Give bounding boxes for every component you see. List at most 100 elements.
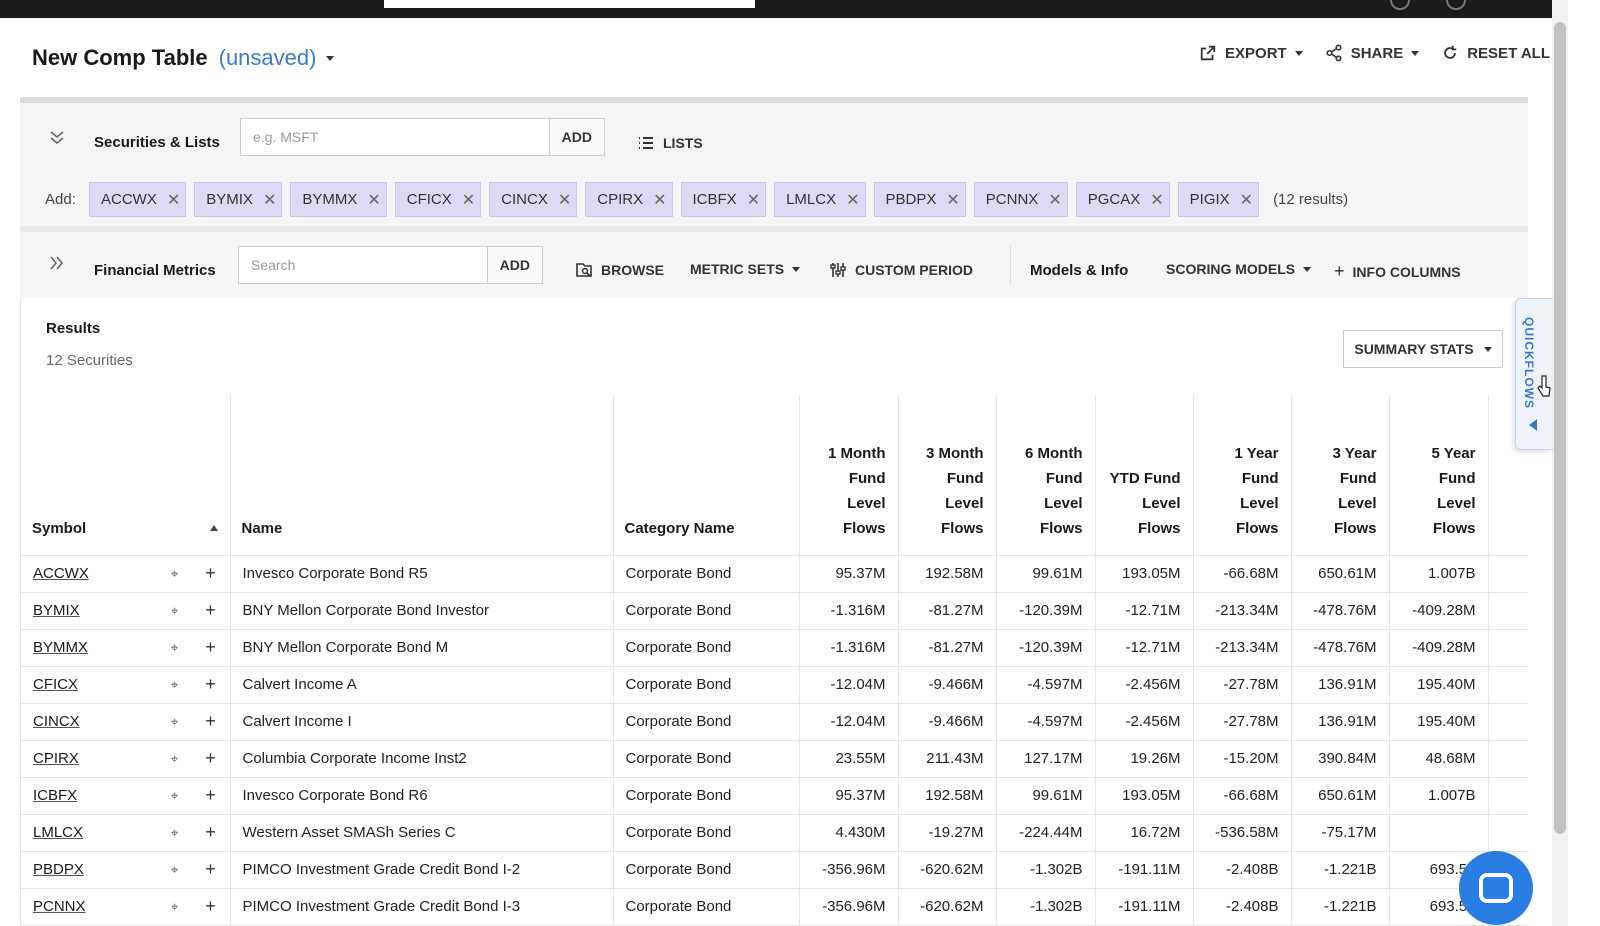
table-row[interactable]: BYMIX ⌖ + BNY Mellon Corporate Bond Investo… <box>21 592 1528 630</box>
summary-stats-button[interactable]: SUMMARY STATS <box>1343 330 1503 368</box>
remove-chip-icon[interactable]: ✕ <box>946 190 959 210</box>
pin-icon[interactable]: ⌖ <box>168 603 182 619</box>
browse-button[interactable]: BROWSE <box>575 261 664 279</box>
pin-icon[interactable]: ⌖ <box>168 566 182 582</box>
expand-chevron-icon[interactable] <box>49 255 65 276</box>
add-icon[interactable]: + <box>204 600 218 621</box>
pin-icon[interactable]: ⌖ <box>168 677 182 693</box>
add-icon[interactable]: + <box>204 674 218 695</box>
symbol-link[interactable]: BYMMX <box>33 639 88 656</box>
column-header-ytd-flows[interactable]: YTD Fund Level Flows <box>1094 395 1193 556</box>
remove-chip-icon[interactable]: ✕ <box>1240 190 1253 210</box>
security-chip[interactable]: CINCX ✕ <box>489 182 578 217</box>
global-search-input[interactable] <box>384 0 755 8</box>
chat-launcher-button[interactable] <box>1459 851 1533 925</box>
remove-chip-icon[interactable]: ✕ <box>263 190 276 210</box>
reset-all-button[interactable]: RESET ALL <box>1441 44 1550 62</box>
metric-cell: 192.58M <box>897 777 996 815</box>
symbol-link[interactable]: ICBFX <box>33 787 77 804</box>
table-row[interactable]: LMLCX ⌖ + Western Asset SMASh Series C Corpo… <box>21 814 1528 852</box>
security-chip[interactable]: ACCWX ✕ <box>89 182 187 217</box>
add-icon[interactable]: + <box>204 896 218 917</box>
add-icon[interactable]: + <box>204 785 218 806</box>
column-header-6m-flows[interactable]: 6 Month Fund Level Flows <box>995 395 1095 556</box>
remove-chip-icon[interactable]: ✕ <box>462 190 475 210</box>
securities-search-input[interactable] <box>241 119 549 155</box>
add-icon[interactable]: + <box>204 637 218 658</box>
metrics-search-input[interactable] <box>239 247 487 283</box>
pin-icon[interactable]: ⌖ <box>168 825 182 841</box>
security-chip[interactable]: CPIRX ✕ <box>585 182 673 217</box>
table-row[interactable]: ACCWX ⌖ + Invesco Corporate Bond R5 Corporat… <box>21 555 1528 593</box>
table-row[interactable]: CINCX ⌖ + Calvert Income I Corporate Bond -12… <box>21 703 1528 741</box>
security-chip[interactable]: PGCAX ✕ <box>1075 182 1170 217</box>
add-icon[interactable]: + <box>204 822 218 843</box>
remove-chip-icon[interactable]: ✕ <box>558 190 571 210</box>
add-icon[interactable]: + <box>204 859 218 880</box>
metrics-add-button[interactable]: ADD <box>486 247 542 283</box>
column-header-category[interactable]: Category Name <box>612 395 799 556</box>
symbol-link[interactable]: CFICX <box>33 676 78 693</box>
column-header-3y-flows[interactable]: 3 Year Fund Level Flows <box>1290 395 1389 556</box>
symbol-link[interactable]: PCNNX <box>33 898 86 915</box>
security-chip[interactable]: ICBFX ✕ <box>680 182 767 217</box>
add-icon[interactable]: + <box>204 563 218 584</box>
export-button[interactable]: EXPORT <box>1199 44 1303 62</box>
column-header-1y-flows[interactable]: 1 Year Fund Level Flows <box>1192 395 1291 556</box>
table-row[interactable]: ICBFX ⌖ + Invesco Corporate Bond R6 Corporat… <box>21 777 1528 815</box>
remove-chip-icon[interactable]: ✕ <box>1150 190 1163 210</box>
symbol-link[interactable]: LMLCX <box>33 824 83 841</box>
symbol-link[interactable]: BYMIX <box>33 602 80 619</box>
page-scrollbar-thumb[interactable] <box>1554 22 1566 834</box>
user-avatar[interactable] <box>1446 0 1466 10</box>
symbol-link[interactable]: CPIRX <box>33 750 79 767</box>
table-row[interactable]: PCNNX ⌖ + PIMCO Investment Grade Credit Bon… <box>21 888 1528 926</box>
security-chip[interactable]: BYMIX ✕ <box>194 182 283 217</box>
pin-icon[interactable]: ⌖ <box>168 862 182 878</box>
table-row[interactable]: CFICX ⌖ + Calvert Income A Corporate Bond -12… <box>21 666 1528 704</box>
pin-icon[interactable]: ⌖ <box>168 714 182 730</box>
remove-chip-icon[interactable]: ✕ <box>167 190 180 210</box>
custom-period-button[interactable]: CUSTOM PERIOD <box>829 261 973 279</box>
column-header-symbol[interactable]: Symbol <box>21 395 230 556</box>
security-chip[interactable]: LMLCX ✕ <box>774 182 866 217</box>
share-button[interactable]: SHARE <box>1325 44 1420 62</box>
add-icon[interactable]: + <box>204 711 218 732</box>
collapse-chevron-icon[interactable] <box>49 129 65 150</box>
remove-chip-icon[interactable]: ✕ <box>846 190 859 210</box>
quickflows-tab[interactable]: QUICKFLOWS <box>1515 298 1553 450</box>
metric-sets-button[interactable]: METRIC SETS <box>690 261 801 277</box>
security-chip[interactable]: CFICX ✕ <box>394 182 482 217</box>
table-row[interactable]: PBDPX ⌖ + PIMCO Investment Grade Credit Bon… <box>21 851 1528 889</box>
unsaved-status[interactable]: (unsaved) <box>219 45 317 71</box>
symbol-link[interactable]: CINCX <box>33 713 80 730</box>
securities-add-button[interactable]: ADD <box>548 119 604 155</box>
pin-icon[interactable]: ⌖ <box>168 640 182 656</box>
column-header-1m-flows[interactable]: 1 Month Fund Level Flows <box>798 395 898 556</box>
symbol-link[interactable]: ACCWX <box>33 565 89 582</box>
column-header-name[interactable]: Name <box>229 395 613 556</box>
lists-button[interactable]: LISTS <box>637 134 703 152</box>
notification-icon[interactable] <box>1390 0 1410 10</box>
column-header-3m-flows[interactable]: 3 Month Fund Level Flows <box>897 395 996 556</box>
add-icon[interactable]: + <box>204 748 218 769</box>
info-columns-button[interactable]: + INFO COLUMNS <box>1334 261 1461 282</box>
sort-ascending-icon[interactable] <box>209 524 218 531</box>
remove-chip-icon[interactable]: ✕ <box>1048 190 1061 210</box>
security-chip[interactable]: PCNNX ✕ <box>973 182 1068 217</box>
table-row[interactable]: CPIRX ⌖ + Columbia Corporate Income Inst2 Co… <box>21 740 1528 778</box>
security-chip[interactable]: BYMMX ✕ <box>290 182 387 217</box>
security-chip[interactable]: PBDPX ✕ <box>873 182 966 217</box>
table-row[interactable]: BYMMX ⌖ + BNY Mellon Corporate Bond M Corpor… <box>21 629 1528 667</box>
pin-icon[interactable]: ⌖ <box>168 899 182 915</box>
pin-icon[interactable]: ⌖ <box>168 751 182 767</box>
title-dropdown-caret-icon[interactable] <box>326 55 335 61</box>
pin-icon[interactable]: ⌖ <box>168 788 182 804</box>
symbol-link[interactable]: PBDPX <box>33 861 84 878</box>
remove-chip-icon[interactable]: ✕ <box>747 190 760 210</box>
scoring-models-button[interactable]: SCORING MODELS <box>1166 261 1312 277</box>
remove-chip-icon[interactable]: ✕ <box>367 190 380 210</box>
remove-chip-icon[interactable]: ✕ <box>653 190 666 210</box>
column-header-5y-flows[interactable]: 5 Year Fund Level Flows <box>1388 395 1488 556</box>
security-chip[interactable]: PIGIX ✕ <box>1177 182 1260 217</box>
